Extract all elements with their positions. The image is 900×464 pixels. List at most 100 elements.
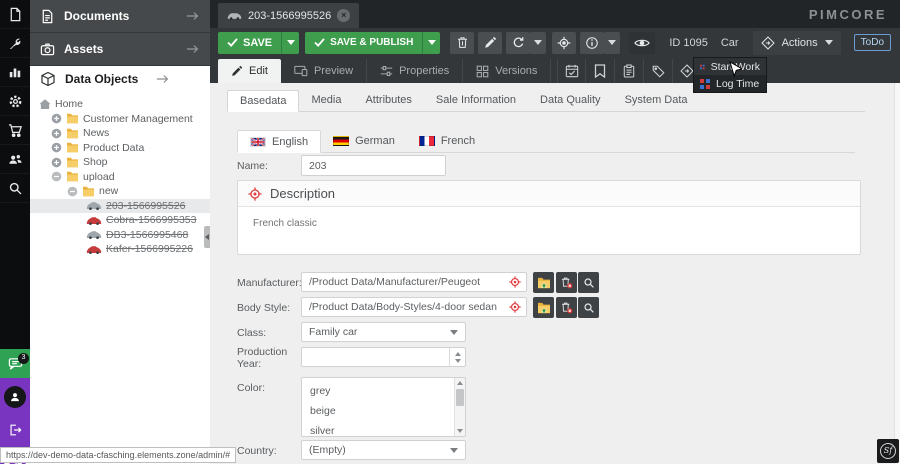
schedule-tab-button[interactable] [557,59,586,83]
manufacturer-search-button[interactable] [578,272,599,293]
tags-tab-button[interactable] [644,59,673,83]
reports-icon[interactable] [0,58,30,87]
tab-attributes[interactable]: Attributes [353,90,423,111]
info-button[interactable] [580,32,604,54]
menu-item-start-work[interactable]: Start Work [694,58,766,75]
workflow-actions-button[interactable]: Actions [753,31,841,55]
sidebar-collapse-handle[interactable] [204,226,210,248]
body-style-clear-button[interactable] [556,297,577,318]
cart-icon[interactable] [0,116,30,145]
tab-media[interactable]: Media [299,90,353,111]
tree-node-label: Shop [83,156,108,168]
country-select[interactable]: (Empty) [301,440,466,460]
collapse-minus-icon[interactable] [67,186,78,197]
save-publish-dropdown-button[interactable] [422,32,440,54]
save-publish-button[interactable]: SAVE & PUBLISH [305,32,422,54]
user-avatar[interactable] [4,386,26,408]
tree-node-folder[interactable]: new [30,184,210,199]
scroll-thumb[interactable] [456,389,464,406]
description-value[interactable]: French classic [238,207,860,240]
panel-scrollbar[interactable] [894,83,900,464]
tab-close-icon[interactable]: × [337,9,350,22]
edit-panel: Basedata Media Attributes Sale Informati… [210,83,900,464]
notes-tab-button[interactable] [586,59,615,83]
sidebar: Documents Assets Data Objects Home Custo… [30,0,210,464]
body-style-open-button[interactable] [533,297,554,318]
tree-node-home[interactable]: Home [30,97,210,112]
info-dropdown-button[interactable] [604,32,620,54]
tab-preview[interactable]: Preview [281,59,367,83]
menu-item-log-time[interactable]: Log Time [694,75,766,92]
expand-plus-icon[interactable] [51,157,62,168]
description-header: Description [238,181,860,207]
expand-plus-icon[interactable] [51,142,62,153]
folder-upload-icon [537,302,551,314]
logout-button[interactable] [5,420,25,440]
color-option[interactable]: silver [302,421,465,437]
delete-button[interactable] [450,32,474,54]
spin-down-icon[interactable] [455,359,461,363]
file-icon[interactable] [0,0,30,29]
collapse-minus-icon[interactable] [51,171,62,182]
body-style-relation-field[interactable]: /Product Data/Body-Styles/4-door sedan [301,297,527,317]
tab-language-french[interactable]: French [407,130,487,152]
tree-node-folder[interactable]: Customer Management [30,112,210,127]
tab-edit[interactable]: Edit [218,59,281,83]
workflow-transition-icon [700,79,710,89]
tree-node-folder[interactable]: upload [30,170,210,185]
tools-icon[interactable] [0,29,30,58]
class-select[interactable]: Family car [301,322,466,342]
tree-node-object-selected[interactable]: 203-1566995526 [30,199,210,214]
sidebar-panel-data-objects[interactable]: Data Objects [30,66,210,93]
expand-plus-icon[interactable] [51,128,62,139]
info-icon [585,36,599,50]
tab-system-data[interactable]: System Data [613,90,700,111]
locate-in-tree-button[interactable] [552,32,576,54]
uk-flag-icon [250,137,266,147]
caret-down-icon [287,40,295,45]
manufacturer-open-button[interactable] [533,272,554,293]
tab-versions[interactable]: Versions [463,59,551,83]
body-style-search-button[interactable] [578,297,599,318]
tree-node-folder[interactable]: Shop [30,155,210,170]
color-option[interactable]: grey [302,381,465,401]
preview-eye-button[interactable] [629,32,655,54]
tab-data-quality[interactable]: Data Quality [528,90,613,111]
tab-language-german[interactable]: German [321,130,407,152]
tab-sale-information[interactable]: Sale Information [424,90,528,111]
manufacturer-clear-button[interactable] [556,272,577,293]
number-spinner[interactable] [449,348,465,366]
sidebar-panel-assets[interactable]: Assets [30,33,210,66]
notifications-chat-button[interactable]: 3 [0,349,30,378]
tree-node-folder[interactable]: News [30,126,210,141]
users-icon[interactable] [0,145,30,174]
rename-button[interactable] [478,32,502,54]
name-input[interactable] [301,155,446,176]
open-object-tab[interactable]: 203-1566995526 × [218,3,359,28]
tree-node-folder[interactable]: Product Data [30,141,210,156]
reload-dropdown-button[interactable] [530,32,546,54]
sidebar-panel-documents[interactable]: Documents [30,0,210,33]
color-option[interactable]: beige [302,401,465,421]
symfony-debug-button[interactable]: Sf [877,439,899,463]
tab-properties[interactable]: Properties [367,59,463,83]
scrollbar[interactable] [454,378,465,436]
tasks-tab-button[interactable] [615,59,644,83]
save-dropdown-button[interactable] [281,32,299,54]
settings-gear-icon[interactable] [0,87,30,116]
tab-language-english[interactable]: English [237,130,321,153]
manufacturer-relation-field[interactable]: /Product Data/Manufacturer/Peugeot [301,272,527,292]
tree-node-object[interactable]: Kafer-1566995226 [30,242,210,257]
scroll-down-icon[interactable] [457,429,463,433]
reload-button[interactable] [506,32,530,54]
color-multiselect[interactable]: grey beige silver [301,377,466,437]
expand-plus-icon[interactable] [51,113,62,124]
save-button[interactable]: SAVE [218,32,281,54]
scroll-up-icon[interactable] [457,381,463,385]
search-icon[interactable] [0,174,30,203]
tab-basedata[interactable]: Basedata [227,90,299,112]
tree-node-object[interactable]: DB3-1566995468 [30,228,210,243]
tree-node-object[interactable]: Cobra-1566995353 [30,213,210,228]
production-year-input[interactable] [301,347,466,367]
spin-up-icon[interactable] [455,352,461,356]
